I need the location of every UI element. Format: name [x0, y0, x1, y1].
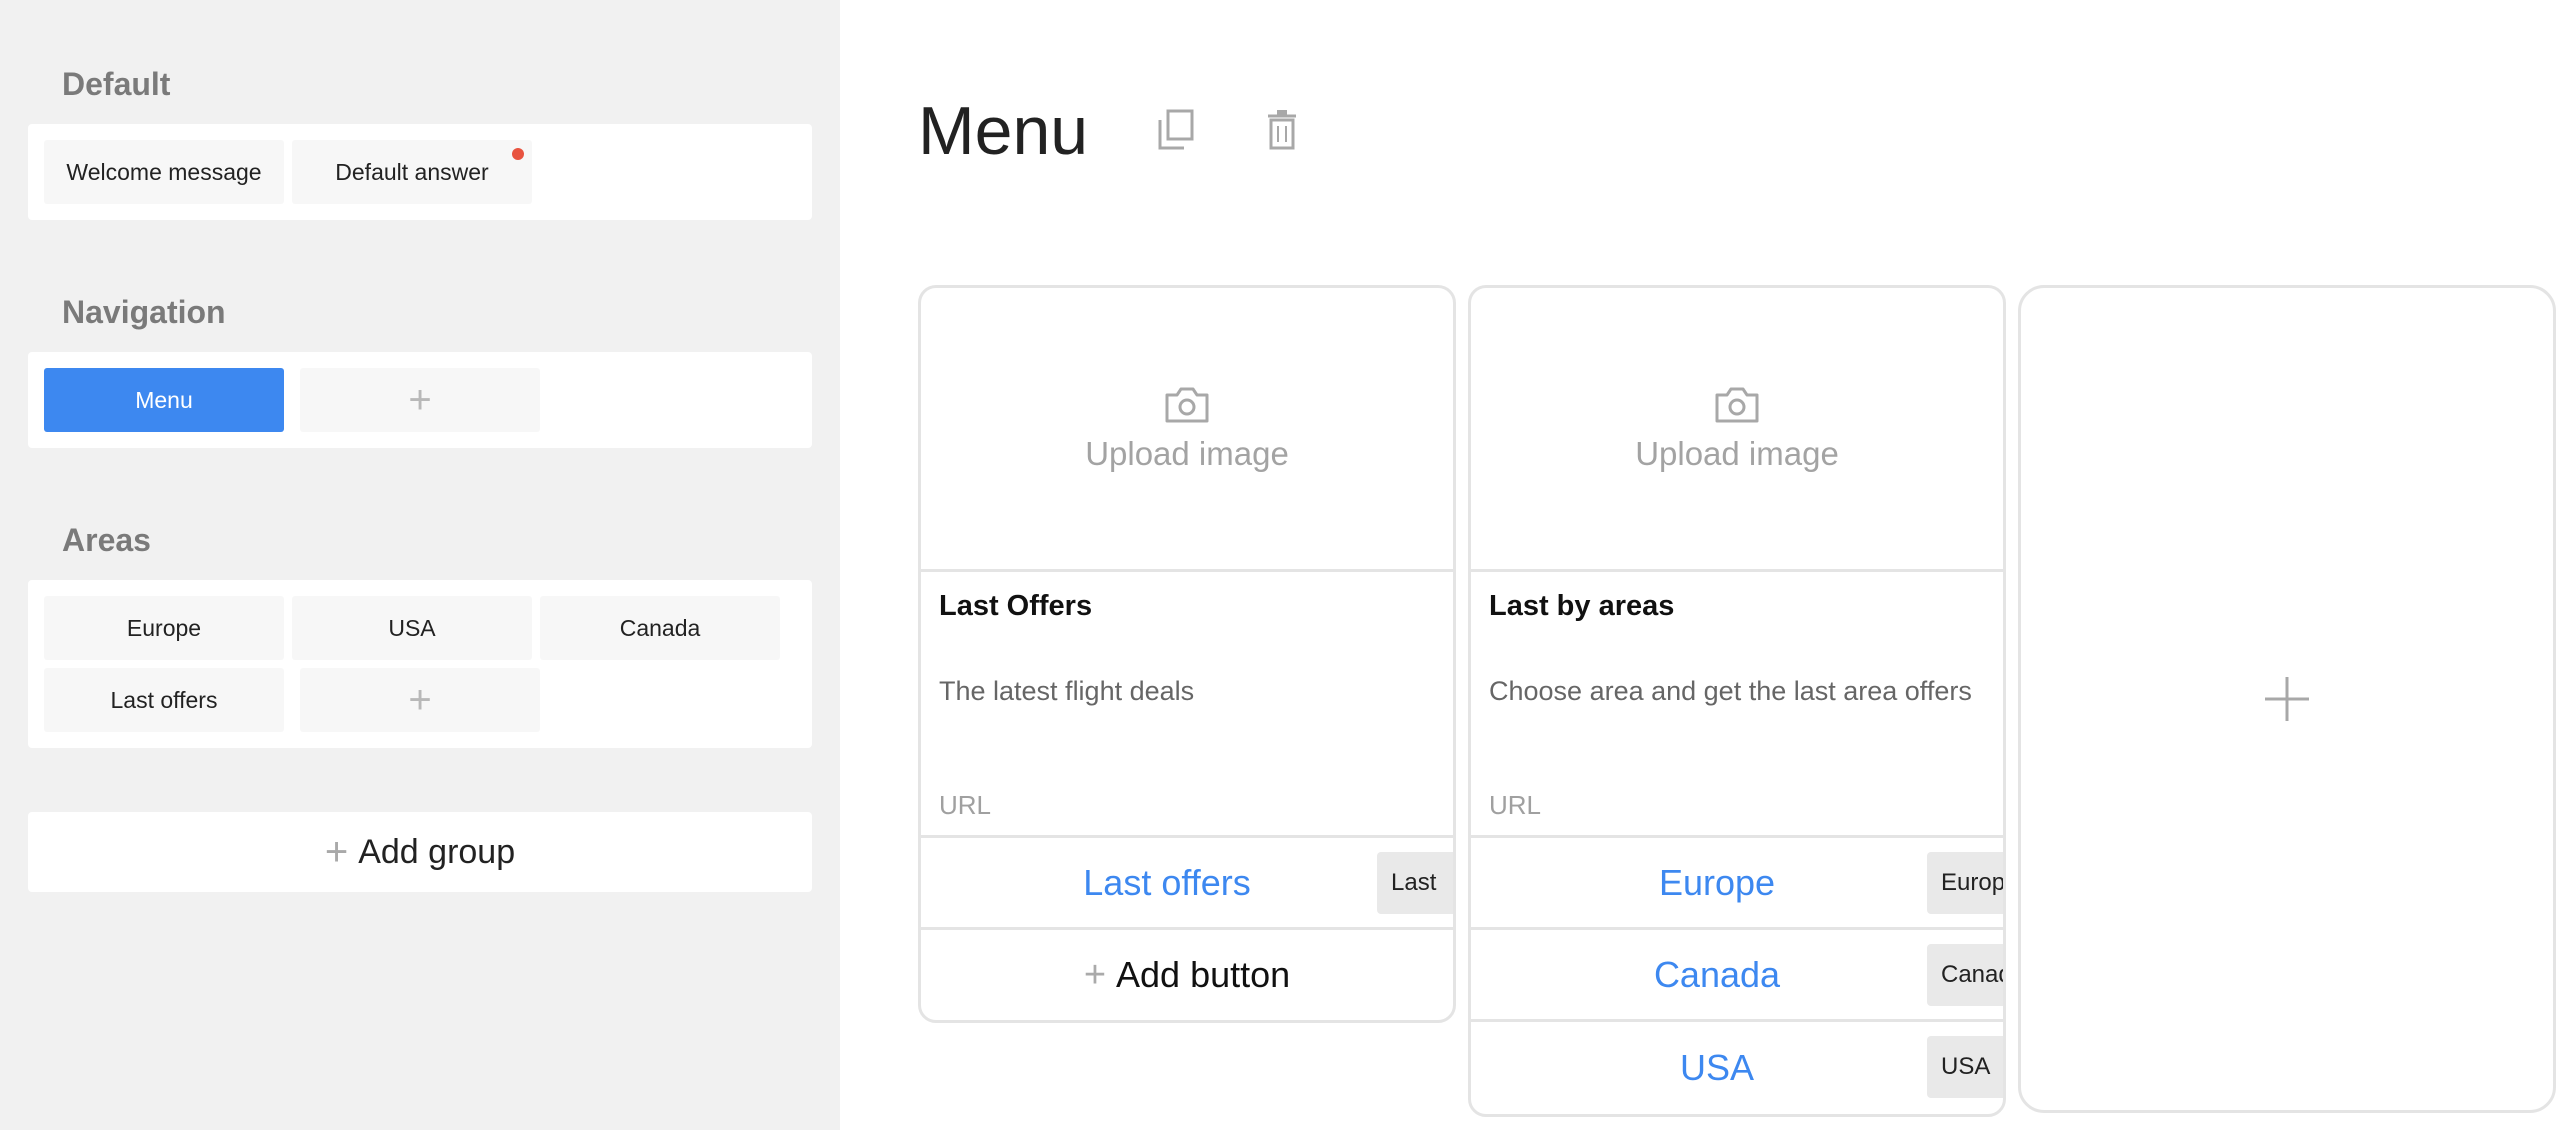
add-button[interactable]: + Add button: [921, 930, 1453, 1020]
chip-welcome-message[interactable]: Welcome message: [44, 140, 284, 204]
page-title: Menu: [918, 93, 1089, 169]
upload-image-area[interactable]: Upload image: [921, 288, 1453, 572]
group-title-default: Default: [62, 66, 171, 102]
card-button-canada[interactable]: Canada Canada: [1471, 930, 2003, 1022]
group-navigation: Menu +: [28, 352, 812, 448]
upload-image-area[interactable]: Upload image: [1471, 288, 2003, 572]
card-button-tag[interactable]: Canada: [1927, 944, 2003, 1006]
upload-image-label: Upload image: [1635, 434, 1839, 472]
card-description[interactable]: The latest flight deals: [939, 676, 1194, 707]
card-button-label: Europe: [1658, 861, 1776, 903]
trash-icon[interactable]: [1262, 108, 1302, 152]
card-button-tag[interactable]: USA: [1927, 1036, 2003, 1098]
group-default: Welcome message Default answer: [28, 124, 812, 220]
card-button-tag[interactable]: Last: [1377, 852, 1453, 914]
plus-icon: [2265, 677, 2309, 721]
card-url-field[interactable]: URL: [1489, 790, 1541, 821]
group-title-areas: Areas: [62, 522, 151, 558]
card-title[interactable]: Last by areas: [1489, 590, 1674, 623]
chip-usa[interactable]: USA: [292, 596, 532, 660]
card-last-offers: Upload image Last Offers The latest flig…: [918, 285, 1456, 1023]
sidebar: Default Welcome message Default answer N…: [0, 0, 840, 1130]
card-button-label: USA: [1679, 1047, 1755, 1088]
add-area-item-button[interactable]: +: [300, 668, 540, 732]
chip-label: Default answer: [335, 158, 489, 185]
copy-icon[interactable]: [1156, 108, 1196, 152]
plus-icon: +: [408, 378, 432, 422]
plus-icon: +: [324, 830, 349, 874]
card-button-label: Last offers: [1083, 861, 1251, 903]
card-last-by-areas: Upload image Last by areas Choose area a…: [1468, 285, 2006, 1117]
group-title-navigation: Navigation: [62, 294, 226, 330]
chip-canada[interactable]: Canada: [540, 596, 780, 660]
chip-europe[interactable]: Europe: [44, 596, 284, 660]
notification-dot-icon: [512, 148, 524, 160]
card-title[interactable]: Last Offers: [939, 590, 1092, 623]
card-url-field[interactable]: URL: [939, 790, 991, 821]
camera-icon: [1715, 387, 1759, 422]
camera-icon: [1165, 387, 1209, 422]
plus-icon: +: [408, 678, 432, 722]
add-group-label: Add group: [358, 832, 516, 871]
card-body: Last by areas Choose area and get the la…: [1471, 572, 2003, 838]
card-body: Last Offers The latest flight deals URL: [921, 572, 1453, 838]
plus-icon: +: [1083, 953, 1107, 996]
chip-default-answer[interactable]: Default answer: [292, 140, 532, 204]
card-button-usa[interactable]: USA USA: [1471, 1022, 2003, 1114]
card-button-label: Canada: [1653, 953, 1781, 995]
add-group-button[interactable]: + Add group: [28, 812, 812, 892]
add-card-button[interactable]: [2018, 285, 2556, 1113]
card-button-tag[interactable]: Europe: [1927, 852, 2003, 914]
group-areas: Europe USA Canada Last offers +: [28, 580, 812, 748]
add-navigation-item-button[interactable]: +: [300, 368, 540, 432]
card-button-last-offers[interactable]: Last offers Last: [921, 838, 1453, 930]
chip-last-offers[interactable]: Last offers: [44, 668, 284, 732]
chip-menu[interactable]: Menu: [44, 368, 284, 432]
add-button-label: Add button: [1116, 954, 1291, 995]
card-button-europe[interactable]: Europe Europe: [1471, 838, 2003, 930]
card-description[interactable]: Choose area and get the last area offers: [1489, 676, 1972, 707]
upload-image-label: Upload image: [1085, 434, 1289, 472]
